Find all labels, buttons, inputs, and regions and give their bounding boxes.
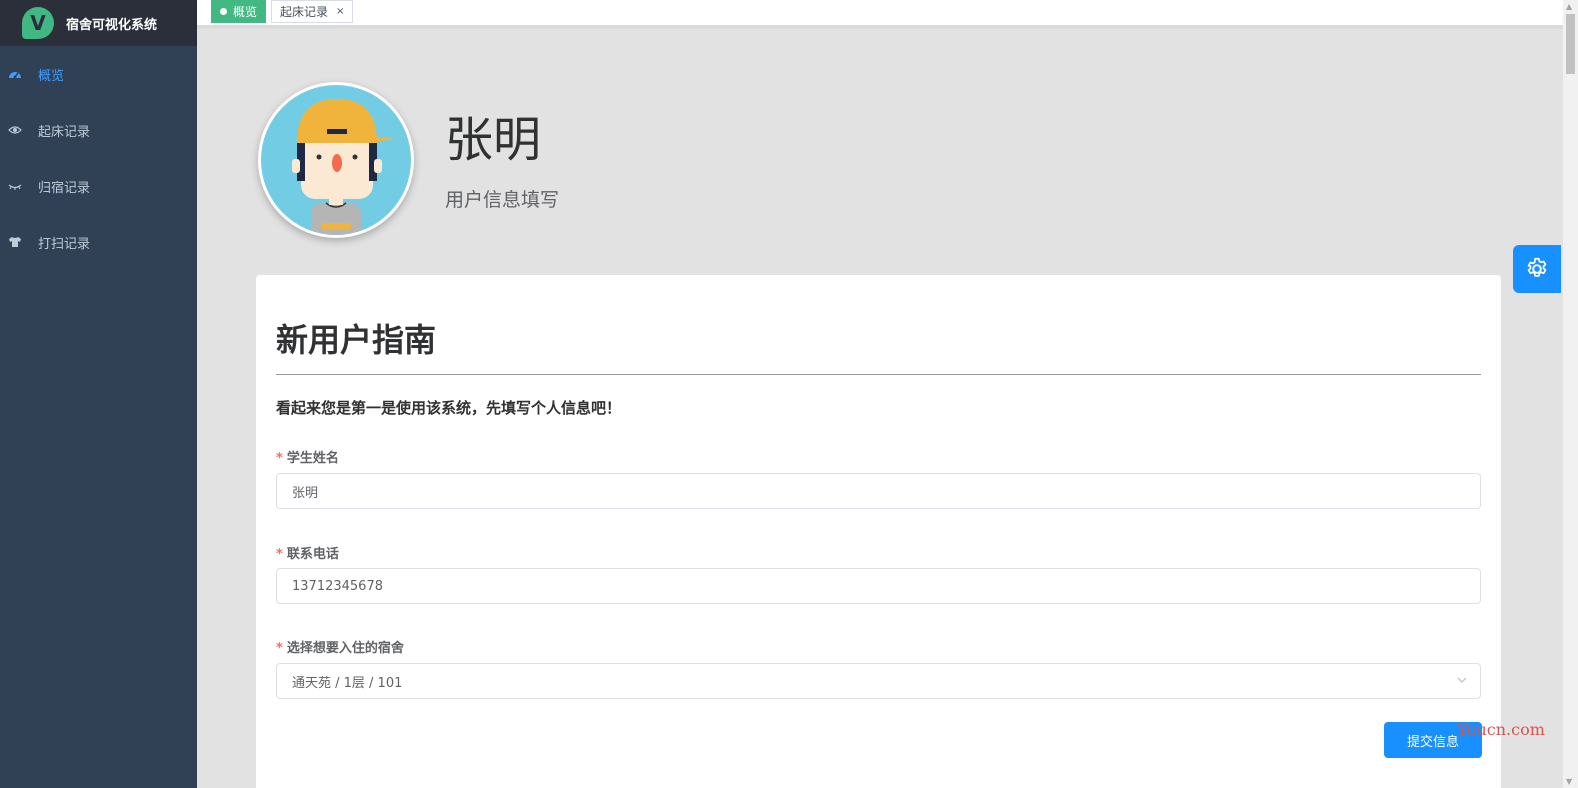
profile-subtitle: 用户信息填写 [445,189,560,211]
sidebar-item-return[interactable]: 归宿记录 [0,158,197,214]
label-text: 学生姓名 [286,451,339,466]
scroll-down-icon[interactable]: ▼ [1566,777,1572,786]
gear-icon [1527,257,1547,277]
shirt-icon [8,235,22,249]
student-name-field[interactable]: 张明 [276,473,1481,509]
field-value: 张明 [292,485,319,501]
divider [276,374,1481,375]
required-asterisk: * [276,451,283,466]
app-title: 宿舍可视化系统 [66,17,158,33]
close-icon[interactable]: × [336,6,344,17]
logo-bar: V 宿舍可视化系统 [0,0,197,46]
chevron-down-icon[interactable] [1456,674,1468,690]
tag-label: 起床记录 [280,5,329,19]
phone-field[interactable]: 13712345678 [276,568,1481,604]
required-asterisk: * [276,641,283,656]
new-user-guide-card: 新用户指南 看起来您是第一是使用该系统，先填写个人信息吧！ * 学生姓名 张明 *… [256,275,1501,788]
sidebar-item-label: 打扫记录 [38,236,91,252]
tag-label: 概览 [233,5,258,19]
page-scrollbar[interactable]: ▲ ▼ [1563,0,1578,788]
label-text: 联系电话 [286,547,339,562]
eye-icon [8,123,22,137]
card-subtitle: 看起来您是第一是使用该系统，先填写个人信息吧！ [276,399,622,417]
avatar [258,82,414,238]
dorm-label: * 选择想要入住的宿舍 [276,637,404,656]
sidebar-item-overview[interactable]: 概览 [0,46,197,102]
scroll-up-icon[interactable]: ▲ [1566,2,1572,11]
profile-name: 张明 [445,112,542,168]
name-label: * 学生姓名 [276,447,339,466]
field-value: 13712345678 [292,578,383,594]
tag-overview[interactable]: 概览 [211,0,267,23]
cartoon-boy-avatar-icon [292,99,396,235]
sidebar: V 宿舍可视化系统 概览 起床记录 归宿记录 打扫记录 [0,0,197,788]
eye-closed-icon [8,179,22,193]
card-title: 新用户指南 [276,321,437,359]
sidebar-item-wakeup[interactable]: 起床记录 [0,102,197,158]
sidebar-item-cleaning[interactable]: 打扫记录 [0,214,197,270]
app-logo[interactable]: V [22,7,54,39]
required-asterisk: * [276,547,283,562]
sidebar-item-label: 概览 [38,68,65,84]
tags-view: 概览 起床记录 × [197,0,1563,26]
label-text: 选择想要入住的宿舍 [286,641,404,656]
dorm-cascader-select[interactable]: 通天苑 / 1层 / 101 [276,663,1481,699]
sidebar-item-label: 归宿记录 [38,180,91,196]
sidebar-item-label: 起床记录 [38,124,91,140]
dashboard-icon [8,67,22,81]
watermark: Yuucn.com [1457,720,1545,739]
settings-button[interactable] [1513,245,1561,293]
active-dot-icon [220,8,227,15]
scroll-thumb[interactable] [1566,14,1575,74]
field-value: 通天苑 / 1层 / 101 [292,675,403,691]
phone-label: * 联系电话 [276,543,339,562]
tag-wakeup[interactable]: 起床记录 × [271,0,354,23]
